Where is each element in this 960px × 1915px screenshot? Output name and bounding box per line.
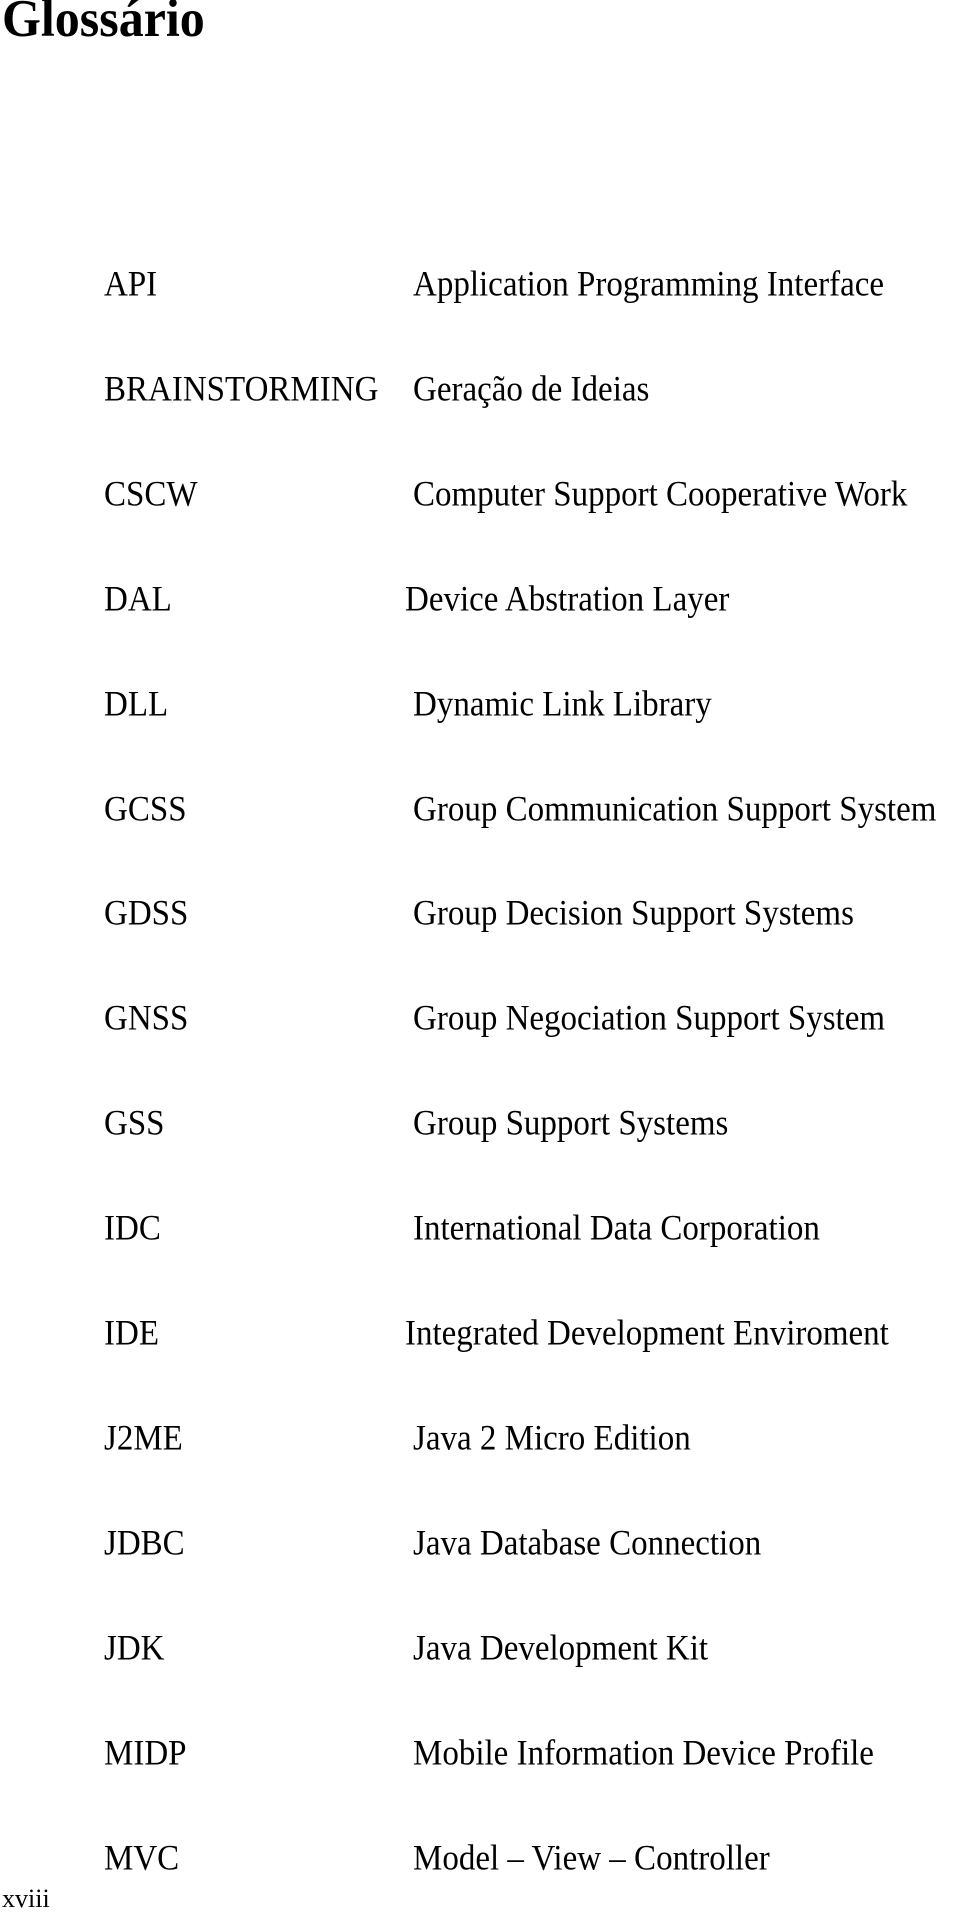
glossary-definition: Java 2 Micro Edition <box>413 1418 691 1458</box>
glossary-term: BRAINSTORMING <box>104 369 379 409</box>
glossary-definition: Integrated Development Enviroment <box>405 1313 889 1354</box>
glossary-definition: Group Support Systems <box>413 1103 729 1144</box>
glossary-entry: IDC International Data Corporation <box>0 1207 960 1247</box>
glossary-entry: MIDP Mobile Information Device Profile <box>0 1732 960 1772</box>
glossary-term: GNSS <box>104 998 189 1039</box>
glossary-entry: J2ME Java 2 Micro Edition <box>0 1417 960 1457</box>
glossary-term: IDC <box>104 1208 161 1249</box>
glossary-term: GSS <box>104 1103 165 1144</box>
glossary-definition: Device Abstration Layer <box>405 579 730 619</box>
glossary-term: DAL <box>104 579 172 619</box>
page-number: xviii <box>2 1884 50 1913</box>
glossary-entry: DLL Dynamic Link Library <box>0 683 960 723</box>
glossary-definition: International Data Corporation <box>413 1208 820 1249</box>
glossary-definition: Group Decision Support Systems <box>413 893 854 934</box>
glossary-definition: Application Programming Interface <box>413 264 885 305</box>
glossary-entry: GDSS Group Decision Support Systems <box>0 892 960 932</box>
glossary-term: J2ME <box>104 1418 183 1458</box>
glossary-entry: BRAINSTORMING Geração de Ideias <box>0 368 960 408</box>
glossary-definition: Geração de Ideias <box>413 369 650 409</box>
glossary-entry: GNSS Group Negociation Support System <box>0 997 960 1037</box>
glossary-term: JDK <box>104 1628 165 1668</box>
glossary-definition: Dynamic Link Library <box>413 684 712 724</box>
glossary-entry: GSS Group Support Systems <box>0 1102 960 1142</box>
glossary-definition: Mobile Information Device Profile <box>413 1733 874 1773</box>
glossary-definition: Model – View – Controller <box>413 1838 770 1878</box>
glossary-term: JDBC <box>104 1523 185 1563</box>
glossary-definition: Computer Support Cooperative Work <box>413 474 908 514</box>
glossary-term: MIDP <box>104 1733 187 1773</box>
page-title: Glossário <box>2 0 205 48</box>
glossary-term: CSCW <box>104 474 198 514</box>
glossary-entry: CSCW Computer Support Cooperative Work <box>0 473 960 513</box>
glossary-definition: Java Database Connection <box>413 1523 762 1563</box>
glossary-term: IDE <box>104 1313 159 1354</box>
glossary-term: API <box>104 264 158 305</box>
glossary-entry: JDK Java Development Kit <box>0 1627 960 1667</box>
glossary-entry: API Application Programming Interface <box>0 263 960 303</box>
glossary-term: DLL <box>104 684 169 724</box>
glossary-entry: JDBC Java Database Connection <box>0 1522 960 1562</box>
glossary-term: MVC <box>104 1838 180 1878</box>
glossary-entry: GCSS Group Communication Support System <box>0 788 960 828</box>
glossary-entry: IDE Integrated Development Enviroment <box>0 1312 960 1352</box>
glossary-definition: Group Communication Support System <box>413 789 937 829</box>
glossary-entry: DAL Device Abstration Layer <box>0 578 960 618</box>
glossary-entry: MVC Model – View – Controller <box>0 1837 960 1877</box>
glossary-definition: Java Development Kit <box>413 1628 709 1668</box>
glossary-term: GDSS <box>104 893 189 934</box>
glossary-term: GCSS <box>104 789 187 829</box>
glossary-definition: Group Negociation Support System <box>413 998 886 1039</box>
